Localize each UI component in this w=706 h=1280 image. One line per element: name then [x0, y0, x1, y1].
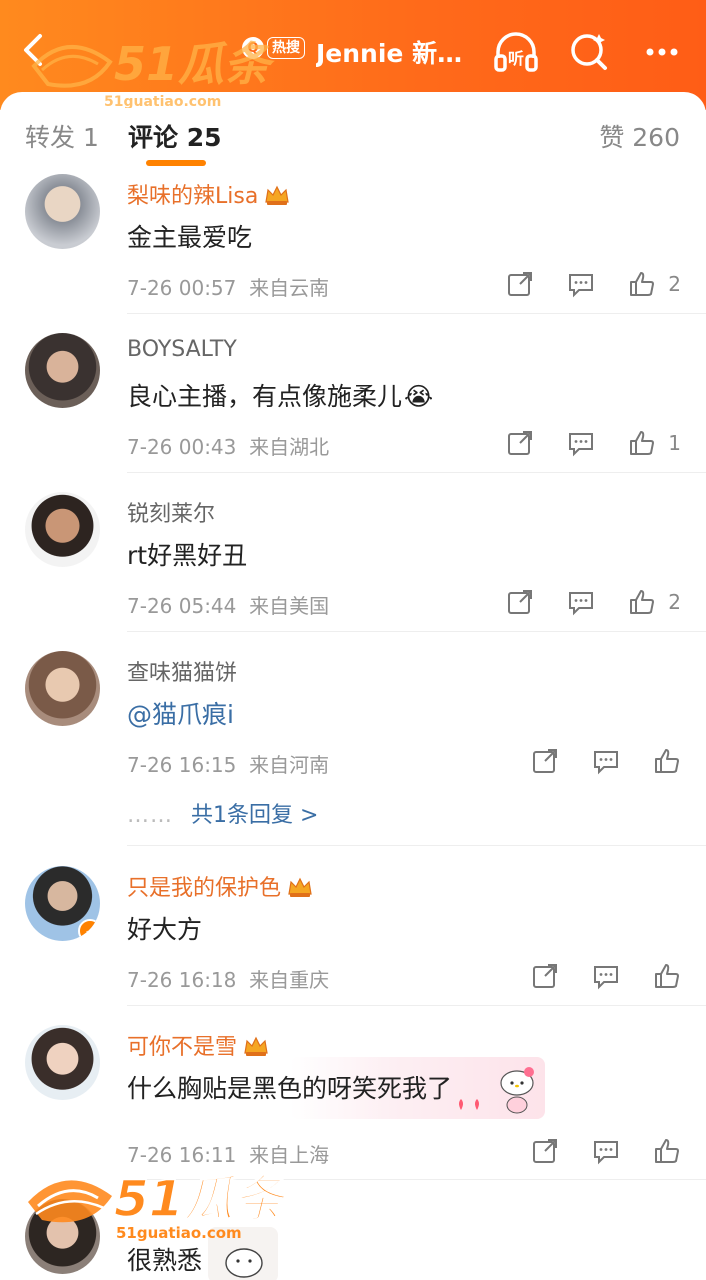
username[interactable]: 梨味的辣Lisa	[127, 178, 290, 210]
username[interactable]: BOYSALTY	[127, 337, 237, 362]
crown-badge-icon	[288, 877, 312, 897]
crown-badge-icon	[244, 1036, 268, 1056]
avatar[interactable]	[25, 492, 100, 567]
comment-actions: 2	[473, 588, 681, 616]
listen-label: 听	[508, 49, 524, 68]
reply-icon[interactable]	[567, 429, 595, 457]
comment-meta: 7-26 16:18 来自重庆	[127, 968, 330, 992]
avatar[interactable]	[25, 1199, 100, 1274]
tab-like[interactable]: 赞 260	[599, 118, 680, 154]
verified-badge-icon: ✓	[78, 919, 100, 941]
share-icon[interactable]	[531, 962, 559, 990]
hot-search-badge[interactable]: Q 热搜	[238, 32, 311, 64]
comment-meta: 7-26 00:57 来自云南	[127, 276, 330, 300]
header-title[interactable]: Jennie 新…	[316, 34, 476, 70]
listen-icon[interactable]: 听	[492, 30, 540, 74]
comment-meta: 7-26 16:15 来自河南	[127, 753, 330, 777]
comment-meta: 7-26 00:43 来自湖北	[127, 435, 330, 459]
username[interactable]: 查味猫猫饼	[127, 655, 237, 687]
more-icon[interactable]	[640, 30, 688, 74]
avatar[interactable]	[25, 1025, 100, 1100]
reply-icon[interactable]	[592, 747, 620, 775]
cat-sticker-icon	[208, 1227, 278, 1280]
reply-icon[interactable]	[567, 270, 595, 298]
like-icon[interactable]	[628, 429, 656, 457]
share-icon[interactable]	[531, 1137, 559, 1165]
comment-text: 良心主播，有点像施柔儿😭	[127, 382, 434, 411]
share-icon[interactable]	[506, 270, 534, 298]
avatar[interactable]	[25, 651, 100, 726]
comment-actions	[498, 747, 681, 775]
hot-search-icon: Q	[242, 37, 264, 59]
comment-meta: 7-26 05:44 来自美国	[127, 594, 330, 618]
mention-link[interactable]: @猫爪痕i	[127, 700, 234, 729]
username[interactable]: 锐刻莱尔	[127, 496, 215, 528]
comment-text: @猫爪痕i	[127, 695, 234, 731]
share-icon[interactable]	[506, 588, 534, 616]
hot-search-label: 热搜	[267, 37, 305, 59]
back-icon[interactable]	[18, 30, 48, 70]
search-icon[interactable]	[565, 30, 613, 74]
avatar[interactable]	[25, 174, 100, 249]
share-icon[interactable]	[506, 429, 534, 457]
comment-actions: 2	[473, 270, 681, 298]
tab-bar: 转发 1 评论 25 赞 260	[0, 92, 706, 172]
username[interactable]: 可你不是雪	[127, 1029, 269, 1061]
cry-emoji-icon: 😭	[404, 382, 434, 411]
strawberry-icon	[459, 1099, 479, 1110]
avatar[interactable]: ✓	[25, 866, 100, 941]
comment-meta: 7-26 16:11 来自上海	[127, 1143, 330, 1167]
like-count: 2	[668, 590, 681, 614]
comment-text: rt好黑好丑	[127, 541, 248, 570]
hello-kitty-sticker-icon	[500, 1067, 534, 1114]
like-count: 1	[668, 431, 681, 455]
tab-repost[interactable]: 转发 1	[25, 118, 99, 154]
like-icon[interactable]	[628, 270, 656, 298]
like-icon[interactable]	[653, 1137, 681, 1165]
divider	[127, 1005, 706, 1006]
avatar[interactable]	[25, 333, 100, 408]
comment-text: 很熟悉	[127, 1246, 203, 1275]
like-icon[interactable]	[653, 747, 681, 775]
crown-badge-icon	[265, 185, 290, 205]
comment-text: 什么胸贴是黑色的呀笑死我了	[127, 1074, 453, 1103]
reply-icon[interactable]	[567, 588, 595, 616]
comment-actions	[498, 1137, 681, 1165]
tab-comment[interactable]: 评论 25	[128, 118, 222, 154]
comment-text: 金主最爱吃	[127, 223, 253, 252]
divider	[127, 631, 706, 632]
tab-active-indicator	[146, 160, 206, 166]
divider	[127, 1179, 706, 1180]
reply-icon[interactable]	[592, 1137, 620, 1165]
like-count: 2	[668, 272, 681, 296]
comment-actions	[498, 962, 681, 990]
like-icon[interactable]	[628, 588, 656, 616]
comment-text: 好大方	[127, 915, 203, 944]
divider	[127, 472, 706, 473]
divider	[127, 313, 706, 314]
like-icon[interactable]	[653, 962, 681, 990]
view-replies-link[interactable]: …… 共1条回复 >	[127, 797, 318, 829]
comment-actions: 1	[473, 429, 681, 457]
reply-icon[interactable]	[592, 962, 620, 990]
share-icon[interactable]	[531, 747, 559, 775]
divider	[127, 845, 706, 846]
username[interactable]: 只是我的保护色	[127, 870, 313, 902]
